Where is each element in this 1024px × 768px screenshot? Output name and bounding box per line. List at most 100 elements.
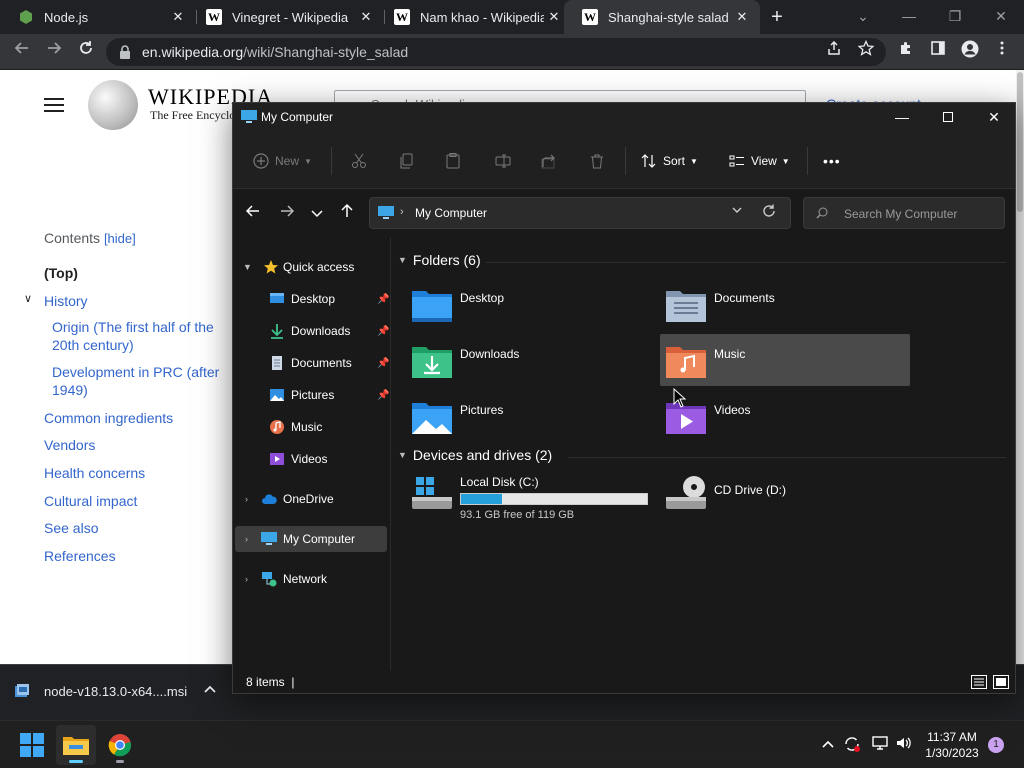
drives-group-header[interactable]: ▼ Devices and drives (2) — [398, 447, 552, 463]
share-button[interactable] — [541, 151, 563, 171]
taskbar-file-explorer[interactable] — [56, 725, 96, 765]
explorer-close-button[interactable]: ✕ — [971, 103, 1017, 131]
profile-button[interactable] — [958, 40, 982, 64]
browser-menu-button[interactable] — [990, 40, 1014, 64]
nav-downloads[interactable]: Downloads 📌 — [235, 318, 389, 344]
minimize-button[interactable]: — — [886, 0, 932, 34]
volume-icon[interactable] — [894, 735, 914, 755]
side-panel-button[interactable] — [926, 40, 950, 64]
more-options-button[interactable]: ••• — [823, 151, 841, 171]
page-scrollbar[interactable] — [1016, 70, 1024, 664]
forward-button[interactable] — [42, 40, 66, 64]
sync-icon[interactable] — [842, 735, 862, 755]
explorer-search-input[interactable]: Search My Computer — [803, 197, 1005, 229]
nav-documents[interactable]: Documents 📌 — [235, 350, 389, 376]
share-button[interactable] — [822, 40, 846, 64]
view-button[interactable]: View ▼ — [729, 151, 790, 171]
main-menu-button[interactable] — [44, 98, 64, 112]
taskbar-chrome[interactable] — [100, 725, 140, 765]
folder-pictures[interactable]: Pictures — [406, 393, 656, 445]
rename-button[interactable] — [495, 151, 517, 171]
bookmark-button[interactable] — [854, 39, 878, 64]
notification-badge[interactable]: 1 — [988, 737, 1004, 753]
restore-button[interactable]: ❐ — [932, 0, 978, 34]
explorer-address-bar[interactable]: › My Computer — [369, 197, 791, 229]
toc-item-see-also[interactable]: See also — [44, 519, 98, 537]
pin-icon[interactable]: 📌 — [377, 358, 389, 369]
chevron-down-icon[interactable]: ▼ — [398, 255, 407, 265]
drive-local-disk-c[interactable]: Local Disk (C:) 93.1 GB free of 119 GB — [406, 469, 656, 521]
cut-button[interactable] — [351, 151, 373, 171]
explorer-forward-button[interactable] — [277, 203, 297, 223]
pin-icon[interactable]: 📌 — [377, 390, 389, 401]
nav-quick-access[interactable]: ▼ Quick access — [235, 254, 387, 280]
download-options-button[interactable] — [204, 683, 216, 697]
new-tab-button[interactable]: + — [767, 5, 787, 29]
sort-button[interactable]: Sort ▼ — [641, 151, 698, 171]
toc-item-history[interactable]: History — [44, 292, 88, 310]
close-tab-icon[interactable]: ✕ — [732, 9, 752, 25]
scrollbar-thumb[interactable] — [1017, 72, 1023, 212]
toc-item-references[interactable]: References — [44, 547, 116, 565]
copy-button[interactable] — [399, 151, 421, 171]
show-hidden-icons-button[interactable] — [818, 735, 838, 755]
download-item[interactable]: node-v18.13.0-x64....msi — [14, 683, 187, 699]
chevron-down-icon[interactable]: ▼ — [398, 450, 407, 460]
tab-vinegret[interactable]: W Vinegret - Wikipedia ✕ — [188, 0, 384, 34]
explorer-back-button[interactable] — [243, 203, 263, 223]
toc-item-origin[interactable]: Origin (The first half of the 20th centu… — [52, 318, 224, 354]
toc-item-vendors[interactable]: Vendors — [44, 436, 95, 454]
tab-nodejs[interactable]: Node.js ✕ — [0, 0, 196, 34]
explorer-title-bar[interactable]: My Computer — ✕ — [233, 103, 1015, 131]
chevron-right-icon[interactable]: › — [245, 534, 248, 544]
tab-search-button[interactable]: ⌄ — [840, 0, 886, 34]
nav-desktop[interactable]: Desktop 📌 — [235, 286, 389, 312]
extensions-button[interactable] — [894, 40, 918, 64]
nav-videos[interactable]: Videos — [235, 446, 387, 472]
toc-item-development[interactable]: Development in PRC (after 1949) — [52, 363, 224, 399]
paste-button[interactable] — [445, 151, 467, 171]
pin-icon[interactable]: 📌 — [377, 326, 389, 337]
delete-button[interactable] — [589, 151, 611, 171]
drive-cd-d[interactable]: CD Drive (D:) — [660, 469, 910, 521]
start-button[interactable] — [12, 725, 52, 765]
close-button[interactable]: ✕ — [978, 0, 1024, 34]
close-tab-icon[interactable]: ✕ — [356, 9, 376, 25]
nav-music[interactable]: Music — [235, 414, 387, 440]
folder-documents[interactable]: Documents — [660, 281, 910, 333]
explorer-maximize-button[interactable] — [925, 103, 971, 131]
tab-nam-khao[interactable]: W Nam khao - Wikipedia ✕ — [376, 0, 572, 34]
tiles-view-icon[interactable] — [993, 675, 1009, 689]
nav-my-computer[interactable]: › My Computer — [235, 526, 387, 552]
nav-network[interactable]: › Network — [235, 566, 387, 592]
chevron-down-icon[interactable]: ▼ — [243, 262, 252, 272]
nav-onedrive[interactable]: › OneDrive — [235, 486, 387, 512]
folder-desktop[interactable]: Desktop — [406, 281, 656, 333]
wikipedia-globe-logo[interactable] — [88, 80, 138, 130]
new-button[interactable]: New ▼ — [253, 151, 312, 171]
toc-item-common-ingredients[interactable]: Common ingredients — [44, 409, 173, 427]
folder-music[interactable]: Music — [660, 334, 910, 386]
close-tab-icon[interactable]: ✕ — [168, 9, 188, 25]
up-button[interactable] — [337, 203, 357, 223]
folder-videos[interactable]: Videos — [660, 393, 910, 445]
toc-item-top[interactable]: (Top) — [44, 264, 78, 282]
toc-item-health-concerns[interactable]: Health concerns — [44, 464, 145, 482]
toc-item-cultural-impact[interactable]: Cultural impact — [44, 492, 137, 510]
close-tab-icon[interactable]: ✕ — [544, 9, 564, 25]
address-history-dropdown[interactable] — [732, 206, 742, 217]
chevron-right-icon[interactable]: › — [245, 494, 248, 504]
recent-locations-button[interactable] — [307, 203, 327, 223]
network-status-icon[interactable] — [870, 735, 890, 755]
chevron-down-icon[interactable]: ∨ — [24, 292, 36, 305]
taskbar-clock[interactable]: 11:37 AM 1/30/2023 — [916, 729, 988, 761]
folder-downloads[interactable]: Downloads — [406, 337, 656, 389]
reload-button[interactable] — [74, 40, 98, 64]
toc-hide-link[interactable]: [hide] — [104, 231, 136, 246]
pin-icon[interactable]: 📌 — [377, 294, 389, 305]
details-view-icon[interactable] — [971, 675, 987, 689]
folders-group-header[interactable]: ▼ Folders (6) — [398, 252, 481, 268]
explorer-minimize-button[interactable]: — — [879, 103, 925, 131]
back-button[interactable] — [10, 40, 34, 64]
address-bar[interactable]: en.wikipedia.org/wiki/Shanghai-style_sal… — [106, 38, 886, 66]
